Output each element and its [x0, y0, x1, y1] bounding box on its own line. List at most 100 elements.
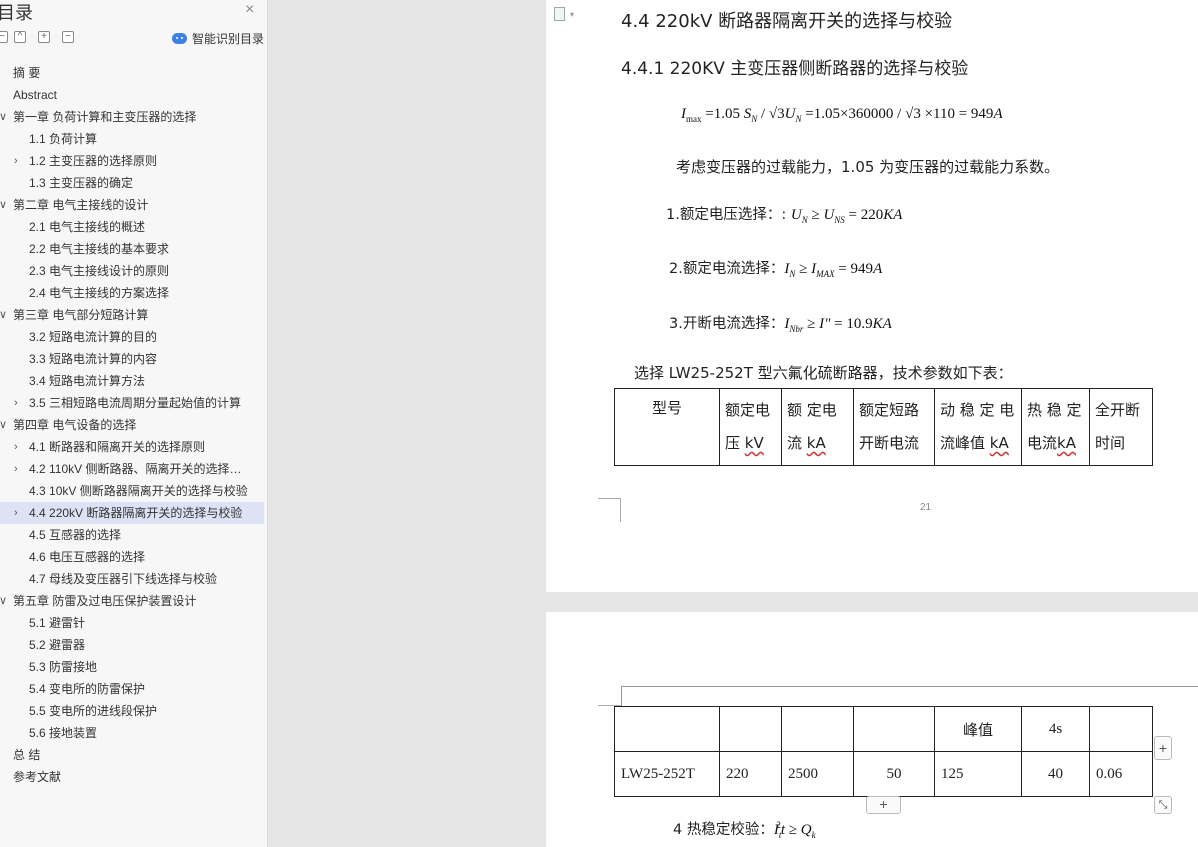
rated-current-line[interactable]: 2.额定电流选择：IN ≥ IMAX = 949A: [669, 257, 882, 279]
toc-item[interactable]: 总 结: [0, 744, 264, 766]
chevron-down-icon[interactable]: ∨: [0, 304, 9, 326]
toc-item-label: 5.6 接地装置: [29, 726, 98, 740]
chevron-right-icon[interactable]: ›: [14, 436, 24, 458]
table-resize-icon[interactable]: ⤡: [1154, 796, 1172, 814]
chevron-right-icon[interactable]: ›: [14, 458, 24, 480]
toc-item[interactable]: ∨ 第四章 电气设备的选择: [0, 414, 264, 436]
toc-item-label: 4.5 互感器的选择: [29, 528, 122, 542]
table-cell[interactable]: 0.06: [1089, 751, 1153, 797]
toc-item-label: 4.7 母线及变压器引下线选择与校验: [29, 572, 218, 586]
table-cell[interactable]: [1089, 706, 1153, 752]
toc-item[interactable]: 4.5 互感器的选择: [0, 524, 264, 546]
collapse-all-icon[interactable]: −: [0, 31, 8, 43]
toc-item[interactable]: › 4.4 220kV 断路器隔离开关的选择与校验: [0, 502, 264, 524]
table-cell[interactable]: 峰值: [934, 706, 1022, 752]
thermal-stability-line[interactable]: 4 热稳定校验：It2t ≥ Qk: [673, 818, 816, 840]
toc-item[interactable]: ∨ 第一章 负荷计算和主变压器的选择: [0, 106, 264, 128]
toc-item[interactable]: 1.3 主变压器的确定: [0, 172, 264, 194]
toc-item[interactable]: Abstract: [0, 84, 264, 106]
table-row: 型号 额定电压 kV 额 定电流 kA 额定短路 开断电流 动 稳 定 电流峰值 …: [614, 388, 1153, 466]
toc-item[interactable]: 5.5 变电所的进线段保护: [0, 700, 264, 722]
table-cell[interactable]: 热 稳 定电流kA: [1021, 388, 1090, 466]
table-cell[interactable]: 全开断 时间: [1089, 388, 1153, 466]
toc-item[interactable]: 2.1 电气主接线的概述: [0, 216, 264, 238]
toc-item[interactable]: 参考文献: [0, 766, 264, 788]
add-column-button[interactable]: +: [1154, 736, 1172, 760]
breaker-params-table-cont[interactable]: 峰值 4s LW25-252T 220 2500 50 125 40 0.06: [614, 706, 1153, 797]
toc-item[interactable]: 3.2 短路电流计算的目的: [0, 326, 264, 348]
document-icon[interactable]: ▾: [554, 7, 574, 22]
close-icon[interactable]: ×: [245, 2, 254, 18]
toc-item[interactable]: 4.6 电压互感器的选择: [0, 546, 264, 568]
imax-equation[interactable]: Imax =1.05 SN / √3UN =1.05×360000 / √3 ×…: [681, 106, 1003, 124]
toc-item[interactable]: › 3.5 三相短路电流周期分量起始值的计算: [0, 392, 264, 414]
move-up-icon[interactable]: ^: [14, 31, 26, 43]
table-cell[interactable]: 额定短路 开断电流: [853, 388, 935, 466]
toc-item[interactable]: 1.1 负荷计算: [0, 128, 264, 150]
toc-list: 摘 要 Abstract ∨ 第一章 负荷计算和主变压器的选择 1.1 负荷计算 › 1.2…: [0, 62, 264, 788]
toc-item[interactable]: › 1.2 主变压器的选择原则: [0, 150, 264, 172]
toc-item[interactable]: 2.2 电气主接线的基本要求: [0, 238, 264, 260]
table-cell[interactable]: 额 定电流 kA: [781, 388, 854, 466]
toc-item-label: 4.4 220kV 断路器隔离开关的选择与校验: [29, 506, 243, 520]
breaker-selection-text[interactable]: 选择 LW25-252T 型六氟化硫断路器，技术参数如下表：: [634, 362, 1013, 383]
smart-toc-button[interactable]: 智能识别目录: [172, 30, 264, 46]
breaker-params-table[interactable]: 型号 额定电压 kV 额 定电流 kA 额定短路 开断电流 动 稳 定 电流峰值 …: [614, 388, 1153, 466]
chevron-down-icon[interactable]: ∨: [0, 414, 9, 436]
table-cell[interactable]: 220: [719, 751, 782, 797]
add-row-button[interactable]: +: [866, 796, 901, 814]
toc-item[interactable]: 5.3 防雷接地: [0, 656, 264, 678]
chevron-down-icon[interactable]: ∨: [0, 590, 9, 612]
document-page: ▾ 4.4 220kV 断路器隔离开关的选择与校验 4.4.1 220KV 主变…: [546, 0, 1198, 592]
toc-item-label: 2.3 电气主接线设计的原则: [29, 264, 170, 278]
chevron-right-icon[interactable]: ›: [14, 502, 24, 524]
expand-icon[interactable]: +: [38, 31, 50, 43]
toc-item-label: 第五章 防雷及过电压保护装置设计: [13, 594, 197, 608]
collapse-icon[interactable]: −: [62, 31, 74, 43]
table-cell[interactable]: 50: [853, 751, 935, 797]
toc-item-label: 2.4 电气主接线的方案选择: [29, 286, 170, 300]
table-cell[interactable]: [614, 706, 720, 752]
toc-item[interactable]: 3.4 短路电流计算方法: [0, 370, 264, 392]
table-cell[interactable]: 40: [1021, 751, 1090, 797]
toc-item[interactable]: 3.3 短路电流计算的内容: [0, 348, 264, 370]
table-cell[interactable]: 额定电压 kV: [719, 388, 782, 466]
chevron-right-icon[interactable]: ›: [14, 150, 24, 172]
table-cell[interactable]: [781, 706, 854, 752]
toc-item[interactable]: › 4.1 断路器和隔离开关的选择原则: [0, 436, 264, 458]
toc-item[interactable]: 5.1 避雷针: [0, 612, 264, 634]
toc-item[interactable]: 5.6 接地装置: [0, 722, 264, 744]
table-cell[interactable]: 2500: [781, 751, 854, 797]
toc-item[interactable]: 摘 要: [0, 62, 264, 84]
table-cell[interactable]: 4s: [1021, 706, 1090, 752]
toc-item-label: 第四章 电气设备的选择: [13, 418, 137, 432]
table-cell[interactable]: 125: [934, 751, 1022, 797]
section-heading[interactable]: 4.4 220kV 断路器隔离开关的选择与校验: [621, 7, 952, 33]
toc-item[interactable]: 5.2 避雷器: [0, 634, 264, 656]
toc-item[interactable]: 4.3 10kV 侧断路器隔离开关的选择与校验: [0, 480, 264, 502]
table-cell[interactable]: 动 稳 定 电流峰值 kA: [934, 388, 1022, 466]
toc-item[interactable]: ∨ 第三章 电气部分短路计算: [0, 304, 264, 326]
table-cell[interactable]: 型号: [614, 388, 720, 466]
table-row: 峰值 4s: [614, 706, 1153, 752]
overload-note[interactable]: 考虑变压器的过载能力，1.05 为变压器的过载能力系数。: [676, 156, 1059, 177]
chevron-down-icon[interactable]: ∨: [0, 194, 9, 216]
toc-item[interactable]: ∨ 第五章 防雷及过电压保护装置设计: [0, 590, 264, 612]
chevron-right-icon[interactable]: ›: [14, 392, 24, 414]
rated-voltage-line[interactable]: 1.额定电压选择：: UN ≥ UNS = 220KA: [666, 203, 902, 225]
table-cell[interactable]: [853, 706, 935, 752]
toc-item-label: 5.2 避雷器: [29, 638, 86, 652]
toc-item[interactable]: 2.3 电气主接线设计的原则: [0, 260, 264, 282]
table-cell[interactable]: LW25-252T: [614, 751, 720, 797]
toc-item[interactable]: 2.4 电气主接线的方案选择: [0, 282, 264, 304]
subsection-heading[interactable]: 4.4.1 220KV 主变压器侧断路器的选择与校验: [621, 54, 968, 79]
toc-item-label: 4.3 10kV 侧断路器隔离开关的选择与校验: [29, 484, 248, 498]
toc-item[interactable]: › 4.2 110kV 侧断路器、隔离开关的选择与校验: [0, 458, 264, 480]
toc-item-label: 2.2 电气主接线的基本要求: [29, 242, 170, 256]
breaking-current-line[interactable]: 3.开断电流选择：INbr ≥ I" = 10.9KA: [669, 312, 892, 334]
chevron-down-icon[interactable]: ∨: [0, 106, 9, 128]
toc-item[interactable]: ∨ 第二章 电气主接线的设计: [0, 194, 264, 216]
toc-item[interactable]: 4.7 母线及变压器引下线选择与校验: [0, 568, 264, 590]
toc-item[interactable]: 5.4 变电所的防雷保护: [0, 678, 264, 700]
table-cell[interactable]: [719, 706, 782, 752]
